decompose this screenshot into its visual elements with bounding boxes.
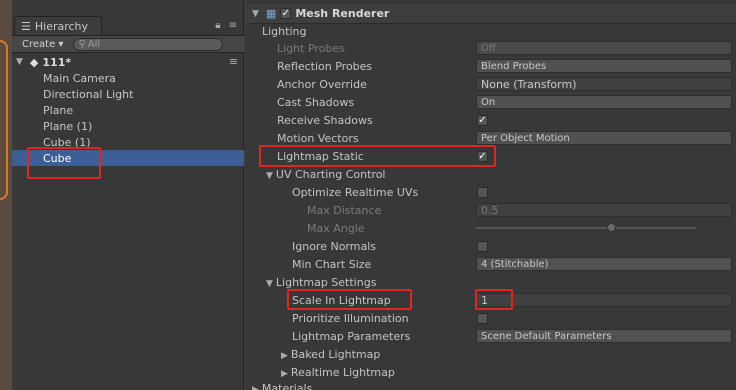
optimize-uvs-label: Optimize Realtime UVs — [292, 185, 419, 199]
prioritize-illum-label: Prioritize Illumination — [292, 311, 409, 325]
row-uv-charting[interactable]: ▼ UV Charting Control — [246, 165, 736, 183]
motion-vectors-dropdown[interactable]: Per Object Motion — [476, 131, 732, 145]
search-input[interactable]: ⚲ All — [73, 37, 224, 51]
collapse-icon[interactable]: ▼ — [252, 9, 259, 19]
max-angle-slider-knob[interactable] — [607, 223, 616, 232]
baked-lightmap-label: ▶ Baked Lightmap — [281, 348, 380, 361]
row-prioritize-illum: Prioritize Illumination — [246, 309, 736, 327]
list-item[interactable]: Main Camera — [12, 70, 244, 86]
create-dropdown[interactable]: Create ▾ — [22, 39, 63, 50]
realtime-lightmap-text: Realtime Lightmap — [290, 365, 395, 379]
scene-row[interactable]: ▼ ◆ 111* ≡ — [12, 54, 244, 70]
expand-icon: ▶ — [252, 384, 259, 390]
search-icon: ⚲ — [78, 38, 86, 50]
ignore-normals-label: Ignore Normals — [292, 239, 377, 253]
scale-in-lightmap-field[interactable]: 1 — [476, 293, 732, 307]
list-item[interactable]: Directional Light — [12, 86, 244, 102]
selection-outline — [0, 40, 8, 200]
mesh-renderer-icon: ▦ — [265, 7, 277, 20]
row-max-distance: Max Distance 0.5 — [246, 201, 736, 219]
panel-menu-icon[interactable]: ≡ — [229, 20, 237, 31]
tab-controls: 🔒︎ ≡ — [215, 20, 237, 31]
component-enabled-checkbox[interactable]: ✓ — [280, 8, 292, 19]
row-ignore-normals: Ignore Normals — [246, 237, 736, 255]
lock-icon[interactable]: 🔒︎ — [215, 20, 220, 31]
max-distance-field[interactable]: 0.5 — [476, 203, 732, 217]
ignore-normals-checkbox[interactable] — [477, 240, 488, 252]
expand-icon: ▶ — [281, 368, 288, 379]
prioritize-illum-checkbox[interactable] — [477, 312, 488, 324]
uv-charting-label: ▼ UV Charting Control — [266, 168, 386, 181]
collapse-icon: ▼ — [266, 278, 273, 289]
highlight-box-scale-value — [475, 289, 513, 310]
collapse-icon[interactable]: ▼ — [16, 57, 23, 67]
row-light-probes: Light Probes Off — [246, 39, 736, 57]
row-lightmap-params: Lightmap Parameters Scene Default Parame… — [246, 327, 736, 345]
receive-shadows-label: Receive Shadows — [277, 113, 373, 127]
list-item[interactable]: Plane — [12, 102, 244, 118]
hierarchy-toolbar: Create ▾ ⚲ All — [12, 35, 244, 53]
row-max-angle: Max Angle — [246, 219, 736, 237]
uv-charting-text: UV Charting Control — [275, 167, 386, 181]
row-baked-lightmap[interactable]: ▶ Baked Lightmap — [246, 345, 736, 363]
optimize-uvs-checkbox[interactable] — [477, 186, 488, 198]
list-icon: ☰ — [21, 20, 31, 33]
inspector-panel: ▼ ▦ ✓ Mesh Renderer Lighting Light Probe… — [246, 0, 736, 390]
hierarchy-panel: ☰ Hierarchy 🔒︎ ≡ Create ▾ ⚲ All ▼ ◆ 111* … — [12, 0, 244, 390]
highlight-box-scale-label — [287, 289, 412, 310]
reflection-probes-label: Reflection Probes — [277, 59, 373, 73]
item-label: Directional Light — [43, 87, 134, 101]
lightmap-params-dropdown[interactable]: Scene Default Parameters — [476, 329, 732, 343]
light-probes-dropdown[interactable]: Off — [476, 41, 732, 55]
hierarchy-tab-label: Hierarchy — [34, 20, 89, 33]
light-probes-label: Light Probes — [277, 41, 345, 55]
materials-text: Materials — [261, 381, 313, 390]
reflection-probes-dropdown[interactable]: Blend Probes — [476, 59, 732, 73]
cast-shadows-dropdown[interactable]: On — [476, 95, 732, 109]
highlight-box-lightmap-static — [259, 145, 496, 167]
component-header[interactable]: ▼ ▦ ✓ Mesh Renderer — [246, 4, 736, 24]
highlight-box-cube — [27, 147, 101, 179]
anchor-override-label: Anchor Override — [277, 77, 367, 91]
row-materials[interactable]: ▶ Materials — [246, 379, 736, 390]
scene-view-strip — [0, 0, 12, 390]
baked-lightmap-text: Baked Lightmap — [290, 347, 381, 361]
item-label: Plane — [43, 103, 74, 117]
lightmap-settings-text: Lightmap Settings — [275, 275, 377, 289]
row-anchor-override: Anchor Override None (Transform) — [246, 75, 736, 93]
item-label: Main Camera — [43, 71, 116, 85]
lighting-header: Lighting — [262, 24, 307, 38]
row-receive-shadows: Receive Shadows ✓ — [246, 111, 736, 129]
create-label: Create — [22, 38, 56, 50]
row-min-chart-size: Min Chart Size 4 (Stitchable) — [246, 255, 736, 273]
scene-name: 111* — [42, 55, 72, 69]
search-placeholder: All — [87, 38, 101, 50]
unity-scene-icon: ◆ — [29, 55, 39, 69]
anchor-override-field[interactable]: None (Transform) — [476, 77, 732, 91]
receive-shadows-checkbox[interactable]: ✓ — [477, 114, 488, 126]
max-angle-label: Max Angle — [307, 221, 365, 235]
component-title: Mesh Renderer — [295, 7, 390, 20]
lightmap-params-label: Lightmap Parameters — [292, 329, 411, 343]
realtime-lightmap-label: ▶ Realtime Lightmap — [281, 366, 395, 379]
max-angle-slider-track[interactable] — [476, 227, 696, 229]
row-optimize-uvs: Optimize Realtime UVs — [246, 183, 736, 201]
motion-vectors-label: Motion Vectors — [277, 131, 359, 145]
collapse-icon: ▼ — [266, 170, 273, 181]
cast-shadows-label: Cast Shadows — [277, 95, 355, 109]
hierarchy-tab[interactable]: ☰ Hierarchy — [14, 16, 102, 36]
lightmap-settings-label: ▼ Lightmap Settings — [266, 276, 376, 289]
item-label: Plane (1) — [43, 119, 93, 133]
materials-label: ▶ Materials — [252, 382, 312, 390]
expand-icon: ▶ — [281, 350, 288, 361]
list-item[interactable]: Plane (1) — [12, 118, 244, 134]
min-chart-size-label: Min Chart Size — [292, 257, 372, 271]
row-reflection-probes: Reflection Probes Blend Probes — [246, 57, 736, 75]
row-cast-shadows: Cast Shadows On — [246, 93, 736, 111]
scene-menu-icon[interactable]: ≡ — [229, 55, 238, 68]
dropdown-arrow-icon: ▾ — [58, 38, 64, 50]
min-chart-size-dropdown[interactable]: 4 (Stitchable) — [476, 257, 732, 271]
max-distance-label: Max Distance — [307, 203, 382, 217]
lighting-header-row[interactable]: Lighting — [246, 22, 736, 40]
